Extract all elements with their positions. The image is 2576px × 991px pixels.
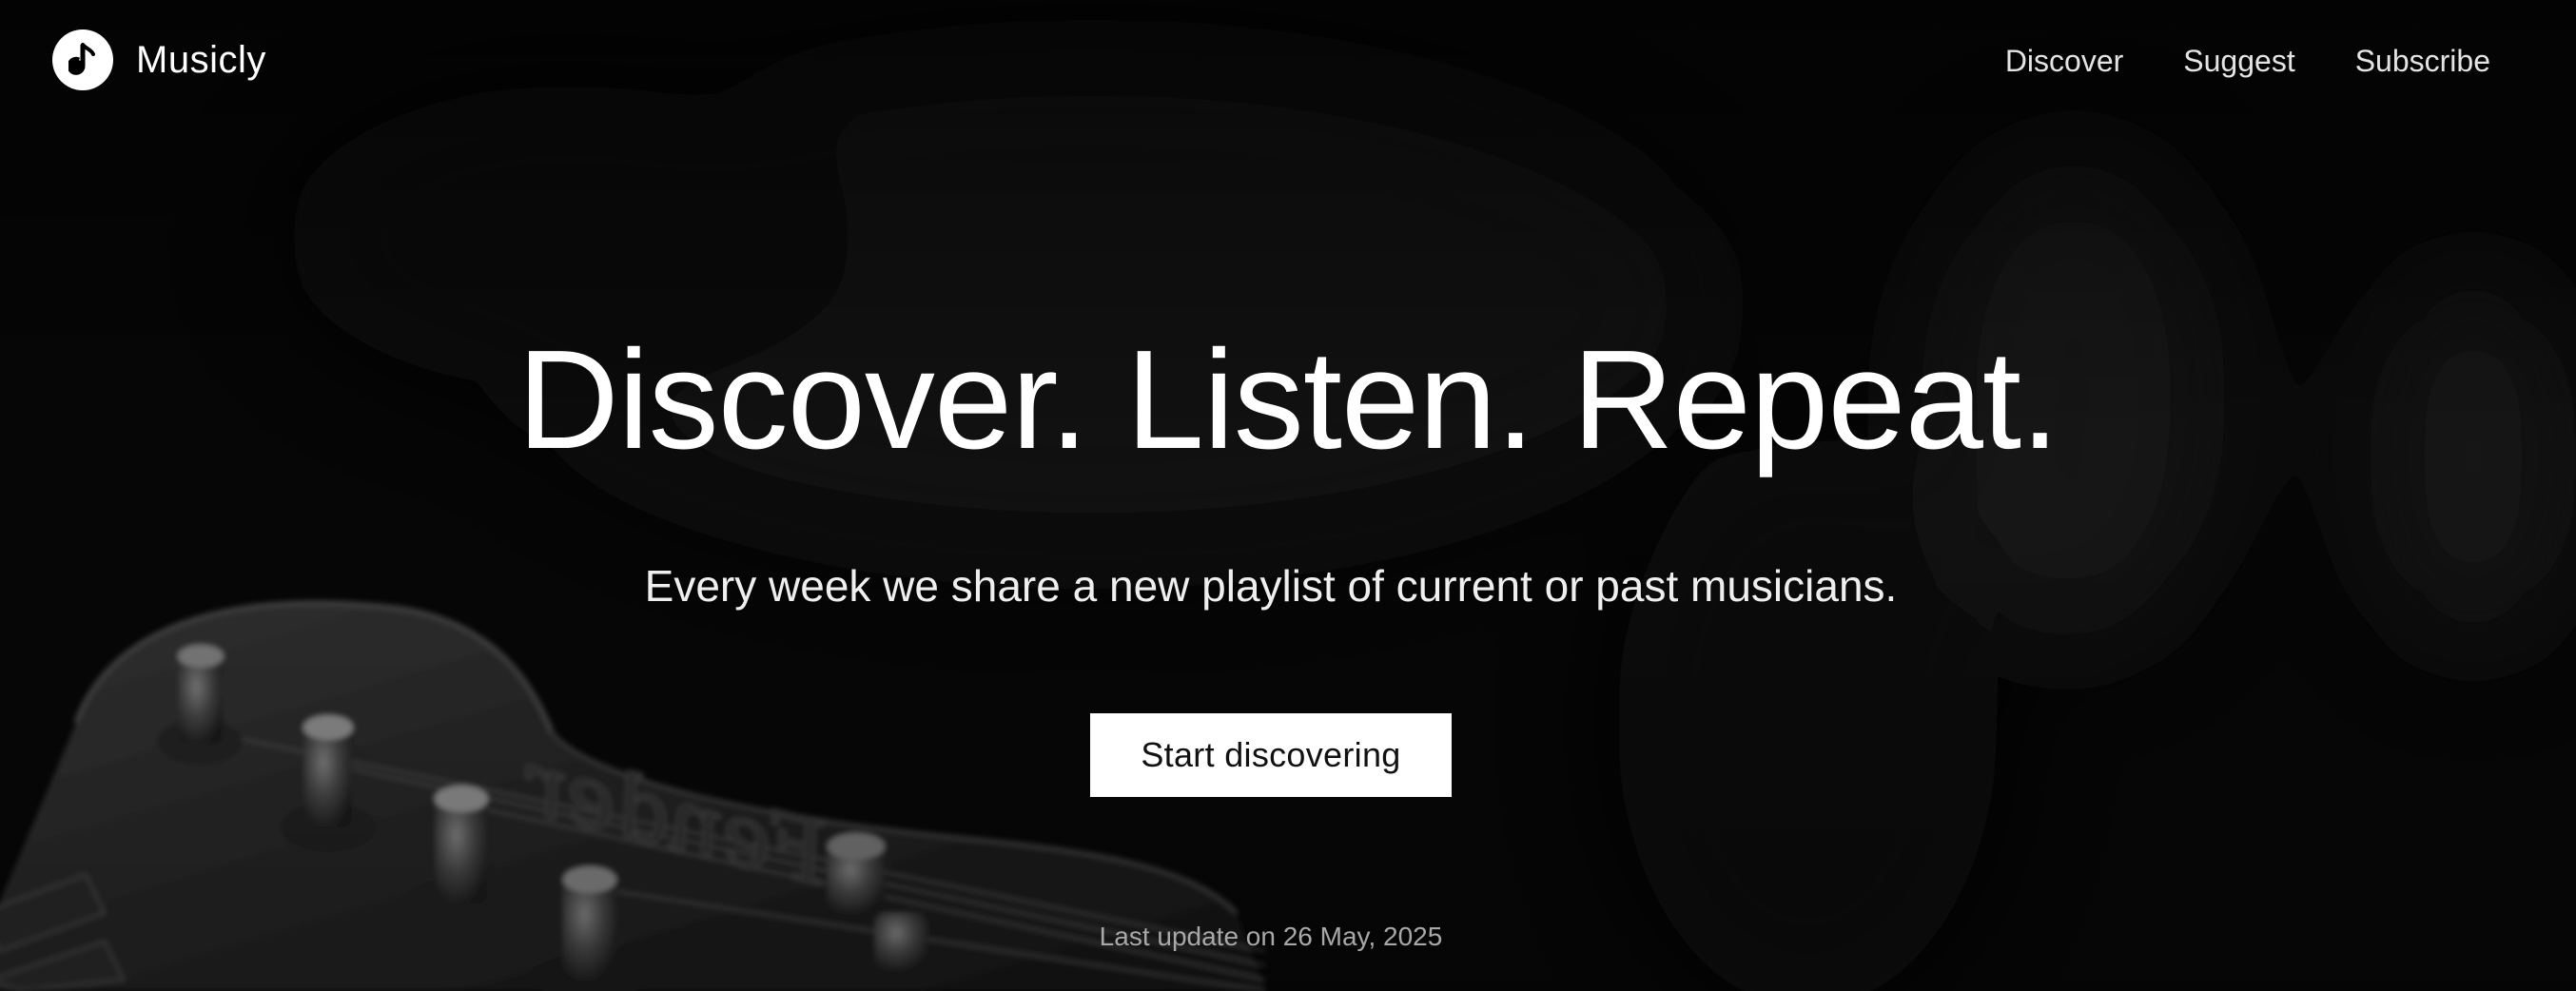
- hero-content: Discover. Listen. Repeat. Every week we …: [0, 0, 2576, 991]
- hero-section: Fender: [0, 0, 2576, 991]
- start-discovering-button[interactable]: Start discovering: [1090, 713, 1452, 797]
- hero-subheadline: Every week we share a new playlist of cu…: [644, 561, 1898, 611]
- hero-headline: Discover. Listen. Repeat.: [517, 321, 2059, 478]
- last-update-text: Last update on 26 May, 2025: [1099, 922, 1443, 951]
